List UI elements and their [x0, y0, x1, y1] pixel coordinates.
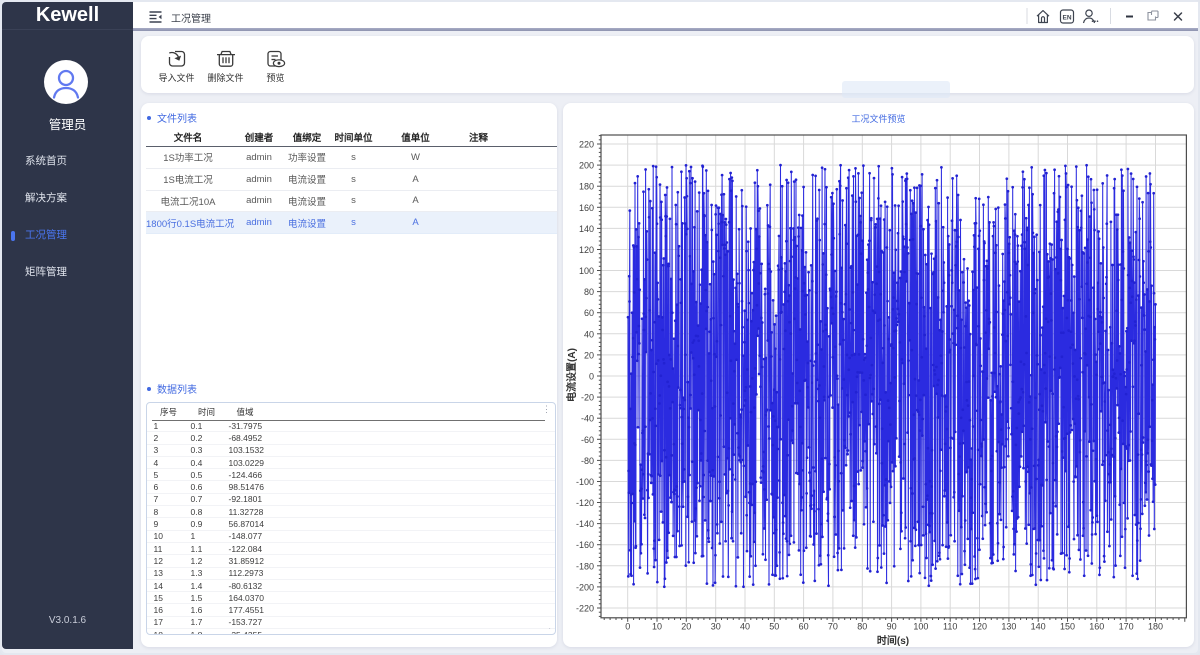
svg-text:80: 80 [584, 287, 594, 297]
svg-text:40: 40 [740, 621, 750, 631]
svg-text:电流设置(A): 电流设置(A) [565, 348, 578, 402]
svg-text:-100: -100 [576, 477, 594, 487]
svg-text:140: 140 [579, 224, 594, 234]
svg-text:80: 80 [857, 621, 867, 631]
svg-text:-120: -120 [576, 498, 594, 508]
svg-text:70: 70 [828, 621, 838, 631]
svg-text:180: 180 [579, 182, 594, 192]
svg-text:120: 120 [972, 621, 987, 631]
svg-text:0: 0 [625, 621, 630, 631]
svg-text:180: 180 [1148, 621, 1163, 631]
svg-text:20: 20 [584, 350, 594, 360]
svg-text:40: 40 [584, 329, 594, 339]
svg-text:160: 160 [579, 203, 594, 213]
svg-text:150: 150 [1060, 621, 1075, 631]
svg-text:50: 50 [769, 621, 779, 631]
svg-text:110: 110 [943, 621, 957, 631]
svg-text:-40: -40 [581, 414, 594, 424]
svg-text:-220: -220 [576, 604, 594, 614]
svg-text:-60: -60 [581, 435, 594, 445]
svg-text:0: 0 [589, 372, 594, 382]
svg-text:时间(s): 时间(s) [877, 634, 909, 647]
svg-text:-200: -200 [576, 582, 594, 592]
svg-text:60: 60 [799, 621, 809, 631]
svg-text:30: 30 [711, 621, 721, 631]
svg-text:220: 220 [579, 140, 594, 150]
svg-text:90: 90 [887, 621, 897, 631]
svg-text:170: 170 [1119, 621, 1134, 631]
svg-text:160: 160 [1089, 621, 1104, 631]
svg-text:100: 100 [579, 266, 594, 276]
svg-text:120: 120 [579, 245, 594, 255]
svg-text:200: 200 [579, 161, 594, 171]
svg-text:-160: -160 [576, 540, 594, 550]
svg-text:60: 60 [584, 308, 594, 318]
svg-text:140: 140 [1031, 621, 1046, 631]
svg-text:10: 10 [652, 621, 662, 631]
svg-text:-180: -180 [576, 561, 594, 571]
svg-text:-140: -140 [576, 519, 594, 529]
svg-text:20: 20 [681, 621, 691, 631]
svg-text:-80: -80 [581, 456, 594, 466]
svg-text:130: 130 [1001, 621, 1016, 631]
svg-text:-20: -20 [581, 393, 594, 403]
svg-text:100: 100 [913, 621, 928, 631]
svg-text:EN: EN [1062, 15, 1071, 22]
